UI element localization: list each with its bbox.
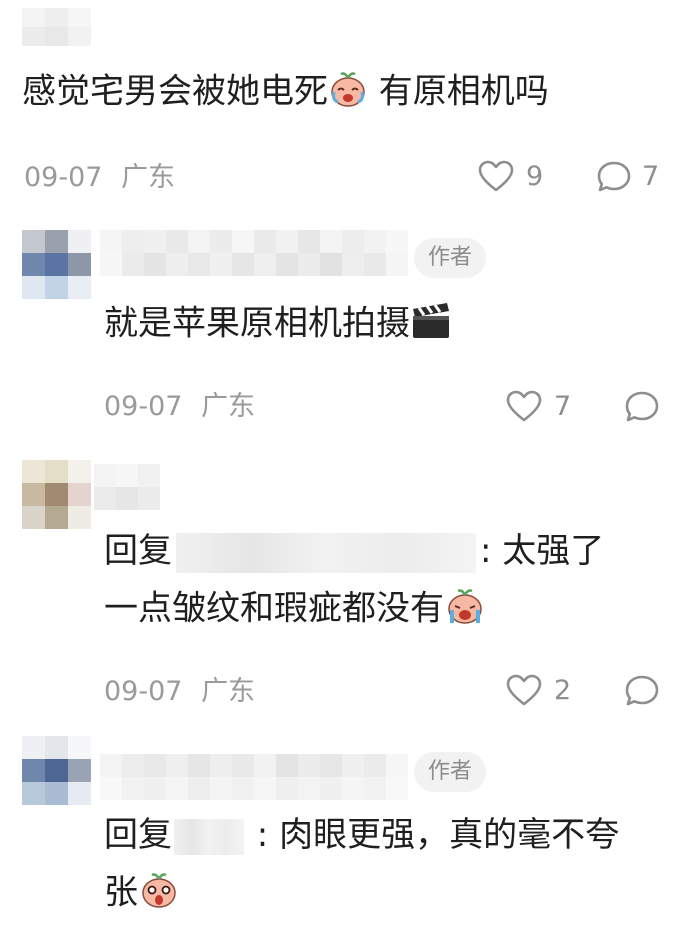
speech-bubble-icon [597, 161, 631, 192]
author-badge: 作者 [414, 752, 487, 792]
heart-icon [506, 674, 542, 706]
comment-text: 回复 : 太强了 [104, 530, 604, 573]
like-button[interactable]: 2 [506, 674, 576, 710]
comment-date: 09-07 [104, 391, 183, 422]
clapperboard-emoji [410, 300, 452, 350]
mentioned-user-blurred[interactable] [174, 818, 244, 855]
comment-meta: 09-07 广东 [104, 391, 255, 423]
comment-text-line2: 一点皱纹和瑕疵都没有 [104, 584, 486, 636]
reply-suffix: : 太强了 [480, 531, 605, 571]
reply-suffix: : 肉眼更强，真的毫不夸 [246, 815, 620, 855]
cry-laugh-emoji [328, 68, 368, 118]
comment-text-after: 有原相机吗 [368, 71, 549, 112]
like-button[interactable]: 9 [478, 160, 548, 196]
speech-bubble-icon [625, 675, 659, 706]
reply-count: 7 [642, 161, 660, 192]
comment-text-main: 就是苹果原相机拍摄 [104, 303, 410, 344]
comment-text-line2: 张 [104, 868, 180, 920]
comment-text-line2-content: 一点皱纹和瑕疵都没有 [104, 588, 444, 629]
comment-text: 感觉宅男会被她电死 有原相机吗 [22, 68, 549, 118]
comment-location: 广东 [201, 676, 256, 707]
reply-button[interactable]: 7 [596, 160, 666, 196]
like-count: 2 [554, 675, 572, 706]
heart-icon [506, 390, 542, 422]
reply-prefix: 回复 [104, 531, 172, 571]
shocked-emoji [138, 868, 180, 920]
reply-button[interactable] [624, 390, 660, 426]
sob-emoji [444, 584, 486, 636]
like-count: 9 [526, 161, 544, 192]
comment-meta: 09-07 广东 [104, 676, 255, 708]
mentioned-user-blurred[interactable] [176, 532, 476, 573]
reply-prefix: 回复 [104, 815, 172, 855]
comment-location: 广东 [201, 391, 256, 422]
comment-text-line2-content: 张 [104, 872, 138, 913]
reply-button[interactable] [624, 674, 660, 710]
comment-text-main: 感觉宅男会被她电死 [22, 71, 328, 112]
comment-location: 广东 [121, 162, 176, 193]
like-button[interactable]: 7 [506, 390, 576, 426]
username-blurred[interactable] [100, 754, 410, 800]
like-count: 7 [554, 391, 572, 422]
author-badge: 作者 [414, 238, 487, 278]
avatar[interactable] [22, 230, 92, 300]
heart-icon [478, 160, 514, 192]
comment-meta: 09-07 广东 [24, 162, 175, 194]
username-blurred[interactable] [100, 230, 410, 276]
username-blurred[interactable] [22, 8, 92, 46]
avatar[interactable] [22, 460, 92, 530]
username-blurred[interactable] [94, 464, 162, 510]
comment-date: 09-07 [24, 162, 103, 193]
avatar[interactable] [22, 736, 92, 806]
speech-bubble-icon [625, 391, 659, 422]
comment-date: 09-07 [104, 676, 183, 707]
comment-text: 回复 : 肉眼更强，真的毫不夸 [104, 814, 619, 856]
comment-text: 就是苹果原相机拍摄 [104, 300, 452, 350]
